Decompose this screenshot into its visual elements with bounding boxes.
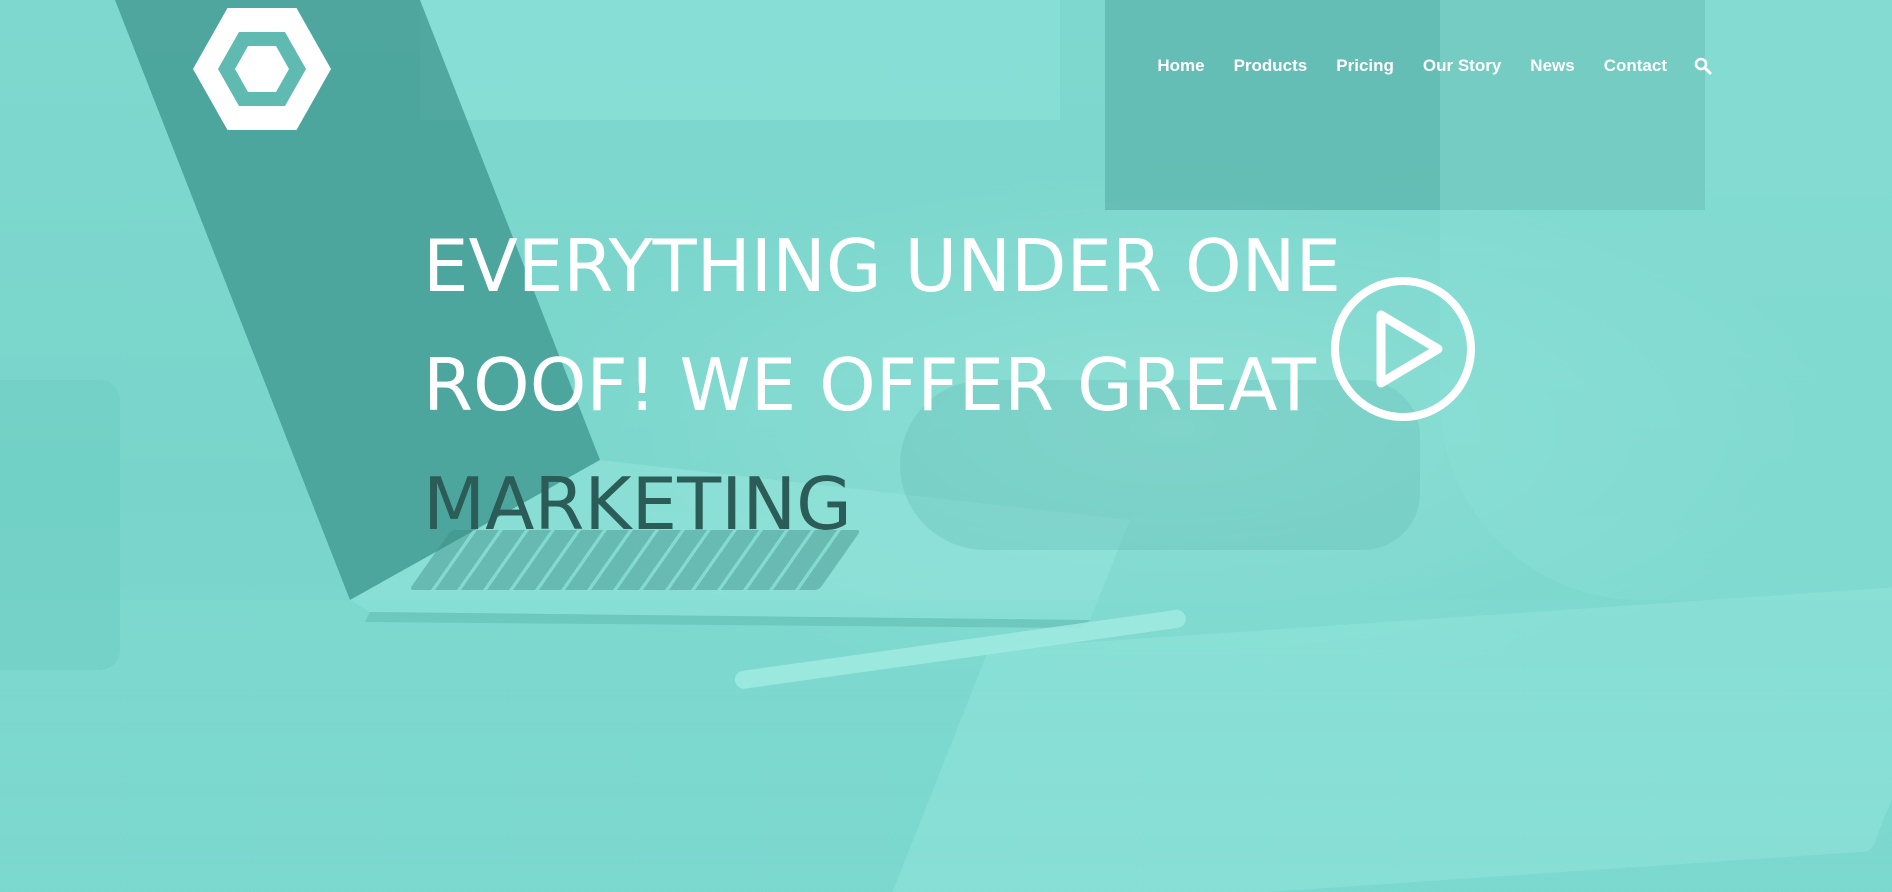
play-circle-icon[interactable] (1329, 275, 1477, 423)
hexagon-logo-icon[interactable] (193, 8, 331, 130)
nav-item-news[interactable]: News (1530, 56, 1574, 76)
hero-section: Home Products Pricing Our Story News Con… (0, 0, 1892, 892)
nav-item-home[interactable]: Home (1157, 56, 1204, 76)
headline-line-1: EVERYTHING UNDER ONE (423, 224, 1341, 308)
main-nav: Home Products Pricing Our Story News Con… (1128, 56, 1712, 76)
search-icon[interactable] (1694, 57, 1712, 75)
background-cup (0, 380, 120, 670)
background-arm (1440, 0, 1892, 600)
nav-item-our-story[interactable]: Our Story (1423, 56, 1501, 76)
nav-item-pricing[interactable]: Pricing (1336, 56, 1394, 76)
headline-line-2: ROOF! WE OFFER GREAT (423, 343, 1316, 427)
background-desk (0, 600, 1892, 892)
headline-line-3: MARKETING (423, 462, 852, 546)
hero-headline: EVERYTHING UNDER ONE ROOF! WE OFFER GREA… (423, 207, 1363, 564)
nav-item-contact[interactable]: Contact (1604, 56, 1667, 76)
background-notebook (882, 581, 1892, 892)
background-pen (733, 608, 1187, 690)
background-window-light (420, 0, 1060, 120)
nav-item-products[interactable]: Products (1234, 56, 1308, 76)
background-window (1105, 0, 1705, 210)
